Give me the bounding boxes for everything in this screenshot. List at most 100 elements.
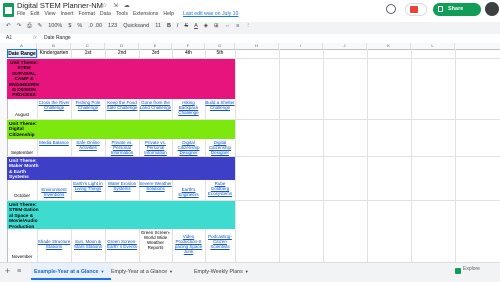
header-5th[interactable]: 5th — [205, 49, 235, 58]
activity-cell[interactable]: Private vs. Personal Information — [105, 140, 139, 156]
redo-icon[interactable]: ↷ — [17, 23, 22, 30]
add-sheet-icon[interactable]: + — [5, 267, 10, 276]
percent-button[interactable]: % — [77, 23, 82, 30]
undo-icon[interactable]: ↶ — [6, 23, 11, 30]
borders-icon[interactable]: ⊞ — [214, 23, 219, 30]
menu-data[interactable]: Data — [100, 11, 111, 17]
print-icon[interactable]: ⎙ — [27, 23, 31, 30]
menu-file[interactable]: File — [17, 11, 25, 17]
activity-cell[interactable]: Green Screen-World Wide Weather Reports — [139, 230, 172, 261]
star-move-cloud-icons[interactable]: ☆ ⇲ ☁ — [102, 2, 132, 9]
currency-button[interactable]: $ — [68, 23, 71, 30]
unit-theme-label[interactable]: Unit Theme: STEM-Sation al Space & Movie… — [9, 203, 41, 229]
strike-button[interactable]: S — [184, 23, 188, 30]
all-sheets-icon[interactable]: ≡ — [17, 267, 21, 276]
menu-bar: File Edit View Insert Format Data Tools … — [17, 11, 238, 17]
chevron-down-icon[interactable]: ▼ — [100, 269, 104, 274]
month-label[interactable]: October — [7, 193, 37, 198]
activity-cell[interactable]: Sun, Moon & Stars Stations — [71, 239, 105, 261]
activity-cell[interactable]: Green Screen-Earth' s Events — [105, 239, 139, 261]
activity-cell[interactable]: Shade Structure Stations — [37, 239, 71, 261]
history-icon[interactable] — [386, 4, 396, 14]
decimal-buttons[interactable]: .0 .00 — [88, 23, 102, 30]
chevron-down-icon[interactable]: ▼ — [169, 269, 173, 274]
activity-cell[interactable]: Build a Shelter Challenge — [205, 100, 235, 119]
formula-input[interactable]: Date Range — [44, 35, 71, 41]
bold-button[interactable]: B — [167, 23, 171, 30]
unit-theme-label[interactable]: Unit Theme: Digital Citizenship — [9, 122, 39, 138]
format-select[interactable]: 123 — [108, 23, 117, 30]
month-label[interactable]: November — [7, 254, 37, 259]
activity-cell[interactable]: Severe Weather Solutions — [139, 181, 172, 200]
document-title[interactable]: Digital STEM Planner-NM — [17, 1, 103, 10]
activity-cell[interactable]: Safe Online Activities — [71, 140, 105, 156]
zoom-select[interactable]: 100% — [48, 23, 62, 30]
tab-empty-weekly-plans[interactable]: Empty-Weekly Plans ▼ — [191, 263, 257, 280]
theme-band-september: Unit Theme: Digital Citizenship — [7, 120, 235, 139]
header-3rd[interactable]: 3rd — [139, 49, 172, 58]
text-color-button[interactable]: A — [194, 23, 198, 30]
selected-cell-date-range[interactable]: Date Range — [7, 49, 37, 58]
activity-cell[interactable]: Digital Citizenship Designer — [172, 140, 205, 156]
column-header[interactable]: K — [367, 43, 411, 49]
align-icon[interactable]: ≡ — [236, 23, 239, 30]
unit-theme-label[interactable]: Unit Theme: STEM SURVIVAL CAMP & ENGINEE… — [9, 61, 39, 99]
activity-cell[interactable]: Earth's Light in Living Things — [71, 181, 105, 200]
explore-button[interactable]: Explore — [463, 266, 480, 272]
italic-button[interactable]: I — [177, 23, 179, 30]
activity-cell[interactable]: Video Production-S pacing Space Junk — [172, 234, 205, 261]
chevron-down-icon[interactable]: ▼ — [245, 269, 249, 274]
theme-band-november: Unit Theme: STEM-Sation al Space & Movie… — [7, 201, 235, 229]
activity-cell[interactable]: Environment Inventions — [37, 181, 71, 200]
column-header[interactable]: H — [235, 43, 279, 49]
fill-color-icon[interactable]: ◈ — [204, 23, 208, 30]
month-label[interactable]: August — [7, 112, 37, 117]
month-label[interactable]: September — [7, 150, 37, 155]
merge-icon[interactable]: ⇔ — [225, 23, 231, 30]
paint-format-icon[interactable]: ✎ — [38, 23, 43, 30]
activity-cell[interactable]: Podcasting-Citizen Scientists — [205, 234, 235, 261]
explore-icon[interactable] — [455, 268, 461, 274]
last-edit-link[interactable]: Last edit was on July 10 — [183, 11, 238, 17]
menu-tools[interactable]: Tools — [116, 11, 128, 17]
spreadsheet-grid[interactable]: A B C D E F G H I J K L Date Range Kinde… — [0, 43, 500, 262]
column-header[interactable]: J — [323, 43, 367, 49]
activity-cell[interactable]: Media Balance — [37, 140, 71, 156]
activity-cell[interactable]: Cross the River Challenge — [37, 100, 71, 119]
font-select[interactable]: Quicksand — [123, 23, 149, 30]
tab-example-year-at-a-glance[interactable]: Example-Year at a Glance ▼ — [31, 263, 111, 280]
activity-cell[interactable]: Rube Goldberg Ecosystems — [205, 181, 235, 200]
column-header[interactable]: I — [279, 43, 323, 49]
menu-format[interactable]: Format — [78, 11, 94, 17]
theme-band-august: Unit Theme: STEM SURVIVAL CAMP & ENGINEE… — [7, 59, 235, 99]
meet-icon[interactable] — [405, 3, 427, 16]
activity-cell[interactable]: Earth's Engineers — [172, 181, 205, 200]
tab-label: Empty-Year at a Glance — [111, 269, 168, 275]
avatar[interactable] — [485, 2, 499, 16]
column-header[interactable]: L — [411, 43, 455, 49]
lock-icon — [438, 6, 443, 12]
unit-theme-label[interactable]: Unit Theme: Maker Month & Earth Systems — [9, 159, 41, 180]
header-4th[interactable]: 4th — [172, 49, 205, 58]
menu-help[interactable]: Help — [163, 11, 174, 17]
menu-extensions[interactable]: Extensions — [133, 11, 158, 17]
more-icon[interactable]: ⋮ — [245, 23, 251, 30]
header-kindergarten[interactable]: Kindergarten — [37, 49, 71, 58]
activity-cell[interactable]: Gone from the Land Challenge — [139, 100, 172, 119]
activity-cell[interactable]: Private vs. Personal Information — [139, 140, 172, 156]
activity-cell[interactable]: Digital Citizenship Designer — [205, 140, 235, 156]
sheets-logo-icon[interactable] — [3, 3, 14, 17]
activity-cell[interactable]: Water Erosion Systems — [105, 181, 139, 200]
activity-cell[interactable]: Hiking Backpack Challenge — [172, 100, 205, 119]
tab-empty-year-at-a-glance[interactable]: Empty-Year at a Glance ▼ — [108, 263, 190, 280]
activity-cell[interactable]: Keep the Food Safe Challenge — [105, 100, 139, 119]
font-size-select[interactable]: 11 — [155, 23, 161, 30]
activity-cell[interactable]: Fishing Pole Challenge — [71, 100, 105, 119]
fx-icon: fx — [33, 35, 37, 41]
menu-edit[interactable]: Edit — [30, 11, 39, 17]
header-1st[interactable]: 1st — [71, 49, 105, 58]
name-box[interactable]: A1 — [6, 35, 12, 41]
header-2nd[interactable]: 2nd — [105, 49, 139, 58]
menu-view[interactable]: View — [44, 11, 55, 17]
menu-insert[interactable]: Insert — [60, 11, 73, 17]
